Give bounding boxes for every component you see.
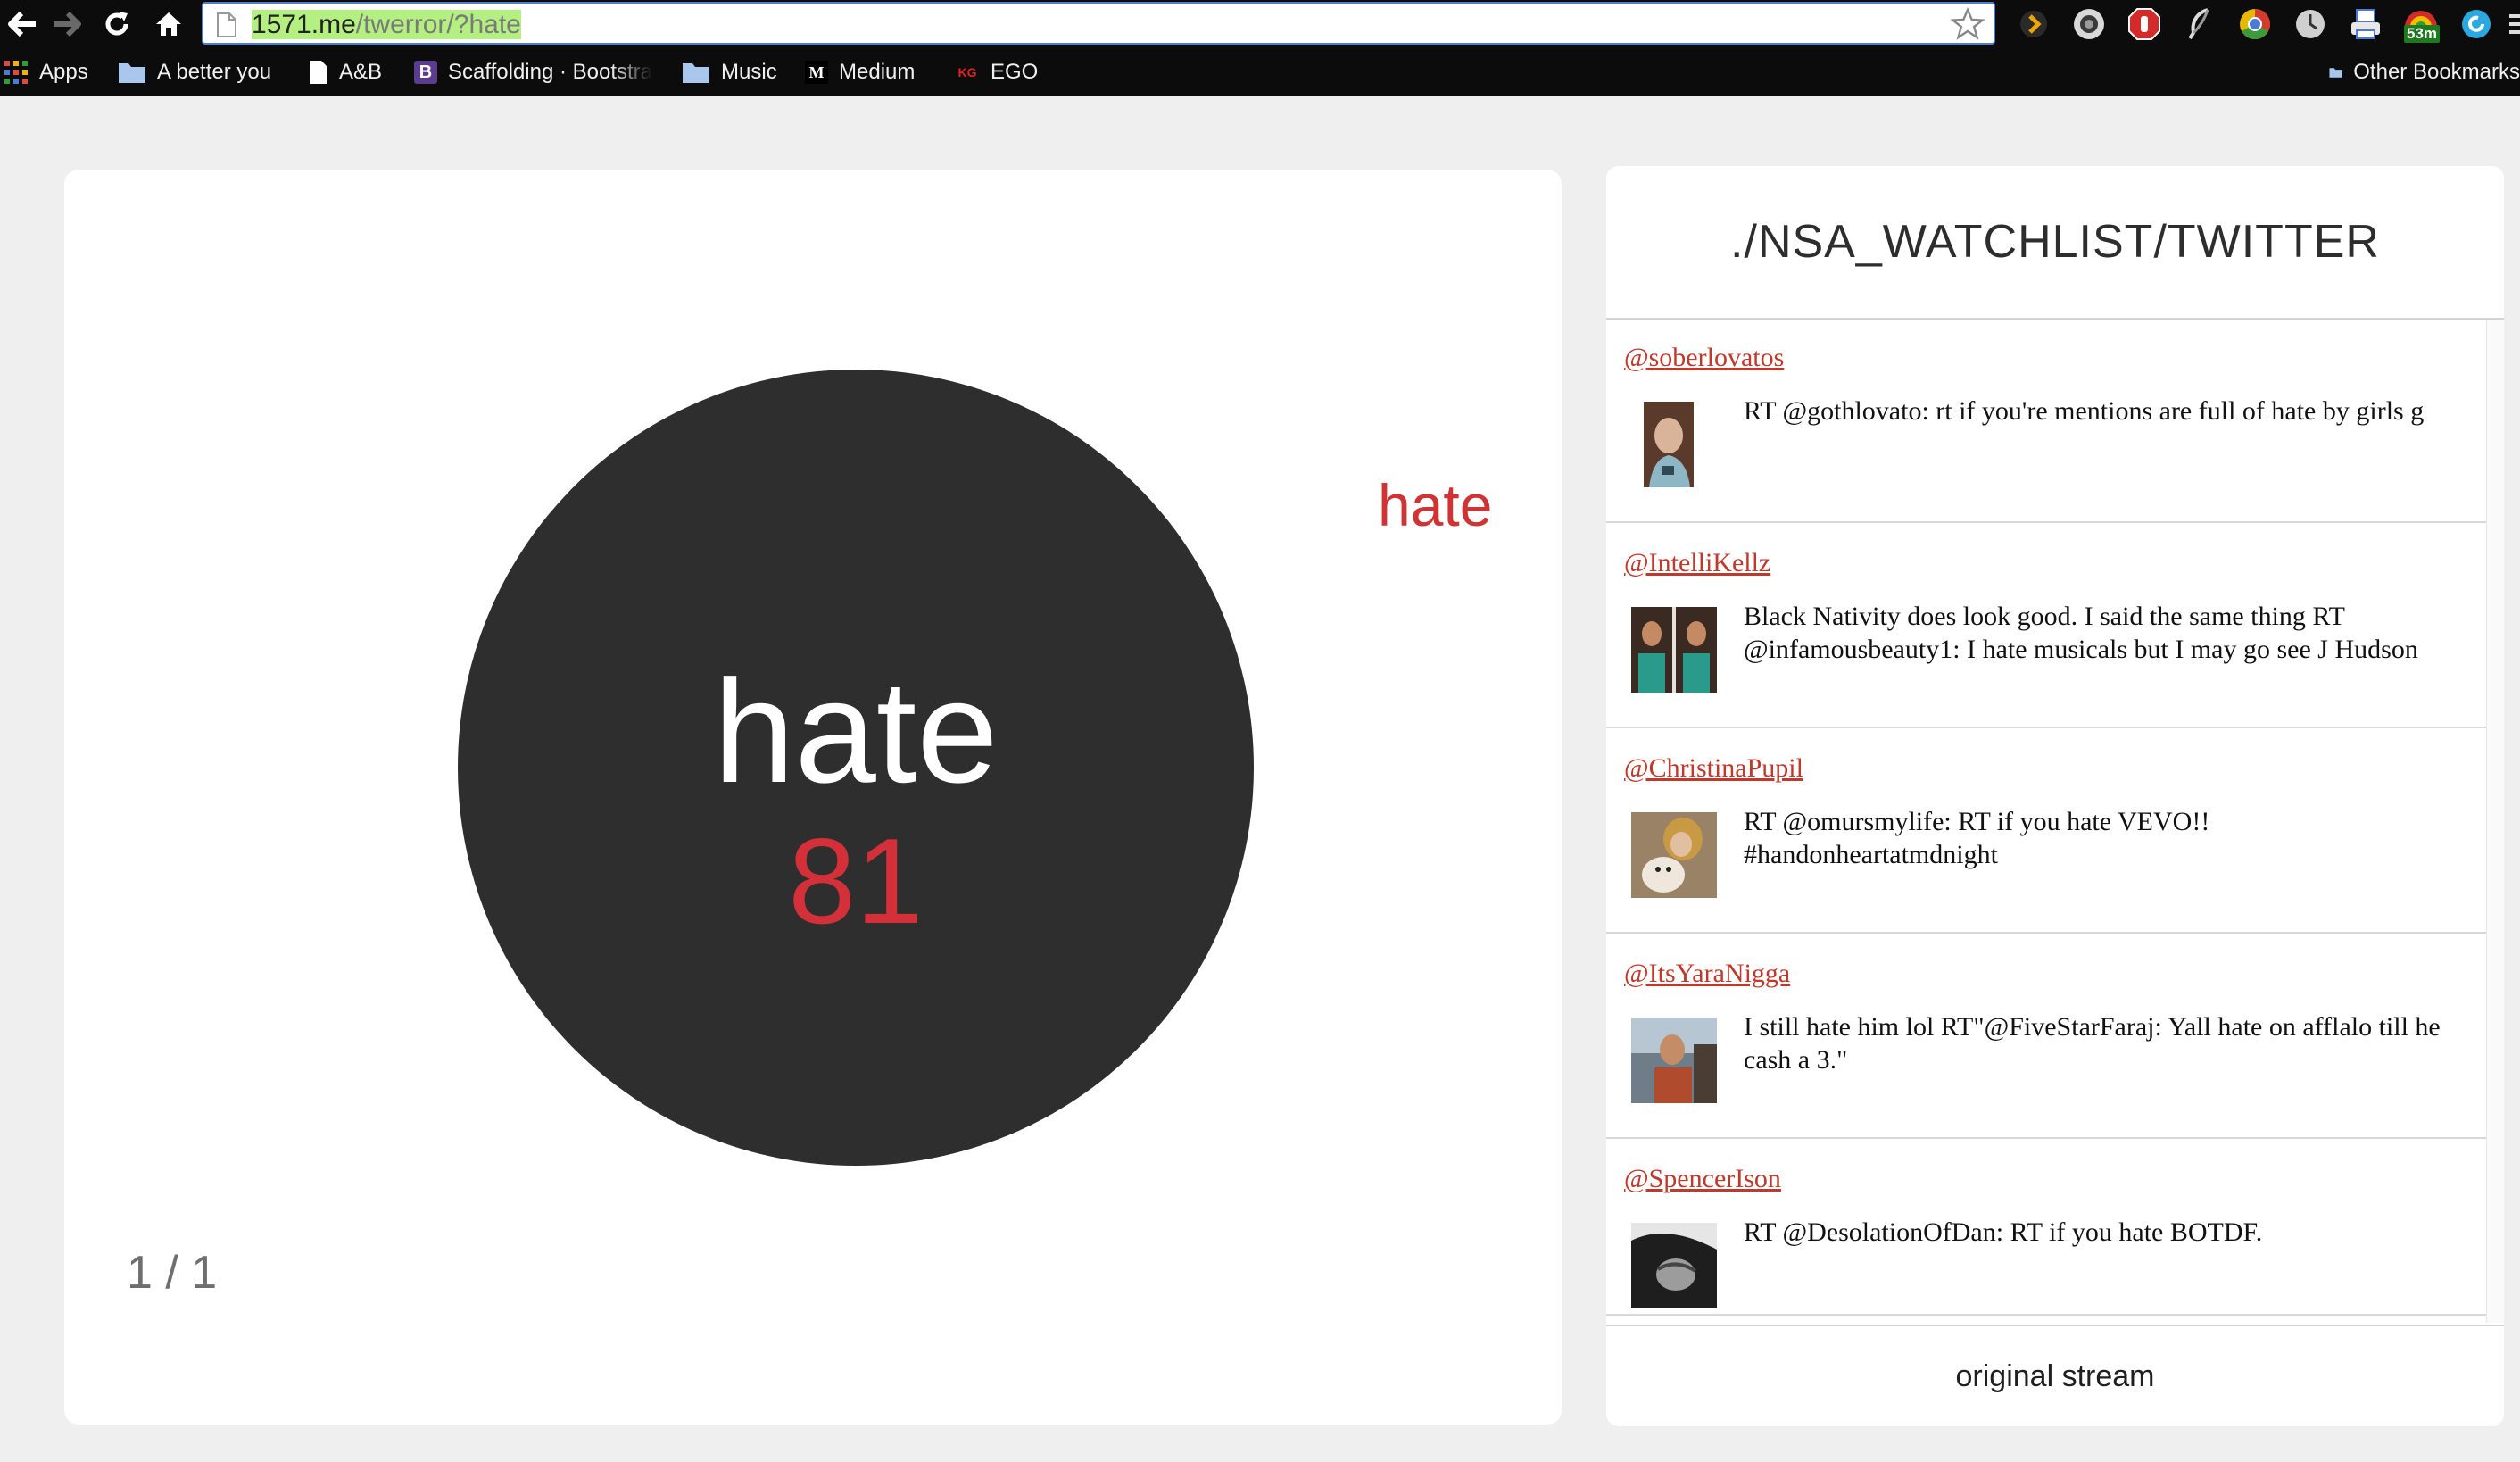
tweet-feed-panel: ./NSA_WATCHLIST/TWITTER @soberlovatos RT… — [1606, 166, 2504, 1426]
tweet-text: Black Nativity does look good. I said th… — [1744, 602, 2418, 664]
adblock-extension[interactable] — [2117, 2, 2172, 46]
folder-icon — [683, 63, 709, 83]
word-circle: hate 81 — [458, 370, 1254, 1166]
chrome-canary-extension[interactable] — [2227, 2, 2283, 46]
address-bar[interactable]: 1571.me/twerror/?hate — [202, 2, 1995, 45]
bookmark-a-and-b[interactable]: A&B — [309, 48, 382, 96]
url-path: /twerror/?hate — [355, 10, 521, 39]
extension-icons: 53m — [2006, 2, 2520, 46]
circle-count: 81 — [788, 813, 924, 949]
url-text: 1571.me/twerror/?hate — [252, 9, 521, 41]
bootstrap-icon: B — [414, 61, 437, 84]
tweet-text: RT @omursmylife: RT if you hate VEVO!! #… — [1744, 807, 2210, 869]
page-icon — [217, 12, 236, 37]
bookmark-label: A&B — [339, 60, 383, 84]
plex-icon — [2020, 11, 2047, 37]
avatar[interactable] — [1631, 1223, 1717, 1308]
bookmark-other-bookmarks[interactable]: Other Bookmarks — [2329, 48, 2520, 96]
camera-icon — [2074, 9, 2104, 39]
bookmarks-bar: Apps A better you A&B B Scaffolding · Bo… — [0, 48, 2520, 96]
page-indicator: 1 / 1 — [127, 1247, 218, 1299]
bookmark-star-icon[interactable] — [1951, 7, 1985, 41]
browser-toolbar: 1571.me/twerror/?hate 53m — [0, 0, 2520, 48]
printer-icon — [2351, 9, 2380, 39]
tweet-item: @ChristinaPupil RT @omursmylife: RT if y… — [1606, 730, 2486, 934]
bookmark-label: Scaffolding · Bootstra — [448, 60, 653, 84]
tweet-text: I still hate him lol RT"@FiveStarFaraj: … — [1744, 1012, 2441, 1075]
chrome-menu-button[interactable] — [2504, 2, 2520, 46]
medium-icon: M — [805, 61, 828, 84]
feed-scrollbar[interactable] — [2486, 320, 2504, 1323]
bookmark-scaffolding-bootstrap[interactable]: B Scaffolding · Bootstra — [414, 48, 655, 96]
bookmark-medium[interactable]: M Medium — [805, 48, 915, 96]
plex-extension[interactable] — [2006, 2, 2061, 46]
avatar-image — [1631, 1223, 1717, 1308]
shield-icon — [2128, 8, 2160, 40]
forward-arrow-icon — [54, 11, 81, 37]
back-arrow-icon — [8, 11, 36, 37]
folder-icon — [119, 63, 145, 83]
home-icon — [156, 12, 181, 36]
feed-title: ./NSA_WATCHLIST/TWITTER — [1730, 216, 2380, 268]
forward-button[interactable] — [45, 2, 89, 46]
refresh-extension[interactable] — [2449, 2, 2504, 46]
bookmark-ego[interactable]: KG EGO — [955, 48, 1039, 96]
tweet-username-link[interactable]: @ItsYaraNigga — [1624, 959, 1790, 989]
tweet-username-link[interactable]: @IntelliKellz — [1624, 548, 1770, 578]
tweet-text: RT @gothlovato: rt if you're mentions ar… — [1744, 396, 2425, 426]
avatar[interactable] — [1631, 607, 1717, 693]
bookmark-label: Apps — [39, 60, 88, 84]
bookmark-apps[interactable]: Apps — [4, 48, 88, 96]
reload-button[interactable] — [95, 2, 139, 46]
bookmark-music[interactable]: Music — [682, 48, 777, 96]
avatar-image — [1631, 1018, 1717, 1103]
clock-icon — [2296, 10, 2325, 38]
tweet-list[interactable]: @soberlovatos RT @gothlovato: rt if you'… — [1606, 320, 2486, 1426]
camera-extension[interactable] — [2061, 2, 2117, 46]
kg-icon: KG — [957, 65, 977, 79]
url-host: 1571.me — [252, 10, 356, 39]
chrome-canary-icon — [2240, 9, 2270, 39]
tweet-item: @soberlovatos RT @gothlovato: rt if you'… — [1606, 320, 2486, 523]
bookmark-label: Music — [721, 60, 777, 84]
side-keyword: hate — [1378, 472, 1493, 538]
bookmark-label: A better you — [157, 60, 272, 84]
bookmark-a-better-you[interactable]: A better you — [118, 48, 271, 96]
avatar[interactable] — [1631, 402, 1717, 487]
visualizer-panel: hate 81 hate 1 / 1 — [64, 170, 1562, 1425]
avatar-image — [1631, 402, 1717, 487]
home-button[interactable] — [146, 2, 191, 46]
circle-word: hate — [713, 650, 999, 813]
printer-extension[interactable] — [2338, 2, 2393, 46]
reload-icon — [105, 12, 128, 36]
timer-badge: 53m — [2404, 25, 2441, 43]
tweet-text: RT @DesolationOfDan: RT if you hate BOTD… — [1744, 1217, 2263, 1247]
tweet-username-link[interactable]: @ChristinaPupil — [1624, 753, 1803, 784]
tweet-username-link[interactable]: @SpencerIson — [1624, 1164, 1781, 1194]
feather-icon — [2188, 8, 2209, 40]
bookmark-label: EGO — [991, 60, 1039, 84]
apps-grid-icon — [4, 61, 28, 84]
avatar-image — [1631, 812, 1717, 898]
tweet-item: @SpencerIson RT @DesolationOfDan: RT if … — [1606, 1141, 2486, 1316]
bookmark-label: Medium — [839, 60, 916, 84]
feather-extension[interactable] — [2172, 2, 2227, 46]
tweet-item: @IntelliKellz Black Nativity does look g… — [1606, 525, 2486, 728]
avatar[interactable] — [1631, 1018, 1717, 1103]
clock-extension[interactable] — [2283, 2, 2338, 46]
bookmark-label: Other Bookmarks — [2353, 60, 2520, 84]
timer-extension[interactable]: 53m — [2393, 2, 2449, 46]
back-button[interactable] — [0, 2, 45, 46]
tweet-item: @ItsYaraNigga I still hate him lol RT"@F… — [1606, 935, 2486, 1139]
avatar[interactable] — [1631, 812, 1717, 898]
folder-icon — [2329, 68, 2342, 78]
page-icon — [310, 61, 327, 84]
original-stream-link[interactable]: original stream — [1606, 1326, 2504, 1426]
tweet-username-link[interactable]: @soberlovatos — [1624, 343, 1784, 373]
menu-icon — [2509, 14, 2520, 34]
refresh-circle-icon — [2462, 10, 2491, 38]
avatar-image — [1631, 607, 1717, 693]
